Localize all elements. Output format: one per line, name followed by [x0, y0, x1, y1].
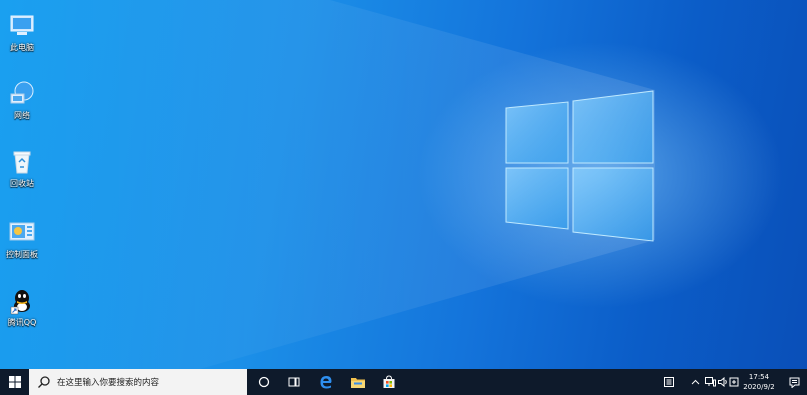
chevron-up-icon	[691, 379, 699, 385]
desktop-icon-qq[interactable]: 腾讯QQ	[0, 287, 44, 328]
windows-logo-wallpaper	[0, 0, 655, 369]
desktop-icon-label: 回收站	[10, 179, 34, 188]
clock[interactable]: 17:54 2020/9/2	[739, 369, 779, 395]
desktop-icon-network[interactable]: 网络	[0, 80, 44, 121]
this-pc-icon	[10, 15, 34, 35]
desktop-icon-recycle-bin[interactable]: 回收站	[0, 148, 44, 189]
microsoft-store-button[interactable]	[374, 369, 403, 395]
search-placeholder: 在这里输入你要搜索的内容	[57, 378, 160, 388]
cortana-icon	[258, 376, 269, 388]
desktop-icon-control-panel[interactable]: 控制面板	[0, 219, 44, 260]
qq-icon	[10, 290, 30, 315]
microsoft-store-icon	[383, 375, 394, 388]
edge-icon	[320, 376, 331, 389]
tray-overflow-button[interactable]	[688, 369, 702, 395]
desktop-icon-label: 网络	[14, 111, 30, 120]
windows-start-icon	[8, 376, 21, 388]
ime-mode-button[interactable]	[662, 369, 676, 395]
search-icon	[38, 376, 50, 388]
task-view-icon	[288, 377, 299, 387]
network-tray-button[interactable]	[703, 369, 717, 395]
taskbar: 在这里输入你要搜索的内容 17:54 2020/9/2	[0, 369, 807, 395]
keyboard-ime-icon	[664, 377, 674, 387]
network-tray-icon	[704, 377, 716, 387]
task-view-button[interactable]	[279, 369, 308, 395]
notification-icon	[789, 377, 799, 388]
start-button[interactable]	[0, 369, 29, 395]
desktop-icon-label: 此电脑	[10, 43, 34, 52]
ime-language-icon	[729, 377, 739, 387]
desktop-icon-this-pc[interactable]: 此电脑	[0, 12, 44, 53]
clock-date: 2020/9/2	[743, 383, 775, 391]
search-box[interactable]: 在这里输入你要搜索的内容	[29, 369, 247, 395]
edge-button[interactable]	[311, 369, 340, 395]
recycle-bin-icon	[13, 151, 31, 174]
control-panel-icon	[9, 222, 35, 241]
desktop-icon-label: 控制面板	[6, 250, 38, 259]
network-icon	[10, 81, 34, 104]
action-center-button[interactable]	[784, 369, 804, 395]
desktop-icon-label: 腾讯QQ	[7, 318, 37, 327]
clock-time: 17:54	[748, 373, 770, 381]
file-explorer-button[interactable]	[343, 369, 372, 395]
desktop: 此电脑 网络 回收站 控制面板 腾讯QQ	[0, 0, 807, 369]
cortana-button[interactable]	[249, 369, 278, 395]
file-explorer-icon	[350, 378, 365, 388]
